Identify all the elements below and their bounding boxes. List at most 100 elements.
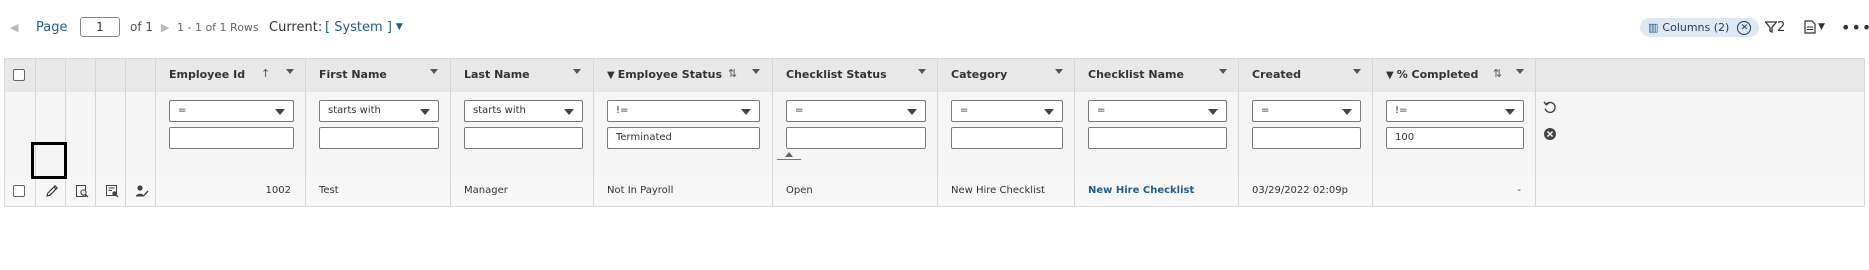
chevron-down-icon (1342, 109, 1352, 115)
cell-created: 03/29/2022 02:09p (1239, 177, 1373, 206)
filter-button[interactable]: 2 (1765, 14, 1785, 40)
column-header-label: Category (951, 68, 1008, 81)
column-menu-icon[interactable] (1219, 69, 1227, 74)
filter-input[interactable] (1088, 127, 1227, 149)
filter-cell-checklist-status: = (773, 92, 938, 177)
column-menu-icon[interactable] (1055, 69, 1063, 74)
column-menu-icon[interactable] (286, 69, 294, 74)
filter-icon (1765, 21, 1777, 33)
filter-cell-percent-completed: != 100 (1373, 92, 1536, 177)
checklist-name-link[interactable]: New Hire Checklist (1088, 185, 1194, 196)
checklist-status-value: Open (786, 185, 813, 196)
select-all-cell (5, 59, 36, 92)
filter-active-icon: ▼ (1386, 70, 1394, 81)
view-details-icon[interactable] (74, 183, 90, 199)
column-header-checklist-status[interactable]: Checklist Status (773, 59, 938, 92)
collapse-filter-icon[interactable] (785, 152, 793, 157)
chevron-down-icon (275, 109, 285, 115)
filter-row: = starts with starts with != Terminated … (5, 92, 1864, 178)
sort-toggle-icon[interactable]: ⇅ (1493, 67, 1502, 80)
filter-input[interactable] (319, 127, 439, 149)
column-header-percent-completed[interactable]: ▼% Completed ⇅ (1373, 59, 1536, 92)
next-page-icon[interactable]: ▶ (161, 14, 169, 40)
filter-input[interactable] (169, 127, 294, 149)
chevron-down-icon (1044, 109, 1054, 115)
current-view-dropdown[interactable]: [ System ] ▼ (325, 14, 403, 40)
data-grid: Employee Id ↑ First Name Last Name ▼ Empl… (4, 58, 1865, 207)
column-header-first-name[interactable]: First Name (306, 59, 451, 92)
filter-cell-category: = (938, 92, 1075, 177)
operator-select[interactable]: != (607, 100, 760, 122)
operator-select[interactable]: != (1386, 100, 1524, 122)
document-icon (1804, 20, 1816, 34)
last-name-value: Manager (464, 185, 508, 196)
cell-checklist-name: New Hire Checklist (1075, 177, 1239, 206)
column-menu-icon[interactable] (430, 69, 438, 74)
operator-select[interactable]: = (1252, 100, 1361, 122)
column-header-checklist-name[interactable]: Checklist Name (1075, 59, 1239, 92)
chevron-down-icon (741, 109, 751, 115)
employee-status-value: Not In Payroll (607, 185, 674, 196)
operator-select[interactable]: starts with (319, 100, 439, 122)
chevron-down-icon: ▼ (395, 22, 403, 32)
columns-icon: ▥ (1648, 21, 1659, 34)
more-options-icon[interactable]: ••• (1841, 14, 1869, 40)
filter-cell-first-name: starts with (306, 92, 451, 177)
table-row[interactable]: 1002 Test Manager Not In Payroll Open Ne… (5, 177, 1864, 206)
category-value: New Hire Checklist (951, 185, 1045, 196)
filter-cell-employee-status: != Terminated (594, 92, 773, 177)
columns-chip[interactable]: ▥ Columns (2) ✕ (1640, 18, 1760, 37)
column-header-last-name[interactable]: Last Name (451, 59, 594, 92)
column-menu-icon[interactable] (1516, 69, 1524, 74)
filter-count: 2 (1777, 19, 1786, 35)
filter-input[interactable] (951, 127, 1063, 149)
chevron-down-icon: ▼ (1818, 22, 1825, 32)
sort-ascending-icon[interactable]: ↑ (261, 67, 270, 80)
column-header-employee-id[interactable]: Employee Id ↑ (156, 59, 306, 92)
page-number-input[interactable] (80, 17, 120, 37)
percent-completed-value: - (1517, 185, 1521, 196)
edit-pencil-icon[interactable] (44, 183, 60, 199)
column-header-created[interactable]: Created (1239, 59, 1373, 92)
column-menu-icon[interactable] (573, 69, 581, 74)
sort-toggle-icon[interactable]: ⇅ (728, 67, 737, 80)
reset-filters-icon[interactable] (1542, 99, 1558, 115)
filter-cell-employee-id: = (156, 92, 306, 177)
column-menu-icon[interactable] (752, 69, 760, 74)
chevron-down-icon (420, 109, 430, 115)
column-menu-icon[interactable] (1353, 69, 1361, 74)
chevron-down-icon (907, 109, 917, 115)
filter-input[interactable]: 100 (1386, 127, 1524, 149)
column-header-employee-status[interactable]: ▼ Employee Status ⇅ (594, 59, 773, 92)
column-header-label: Checklist Name (1088, 68, 1184, 81)
cell-employee-status: Not In Payroll (594, 177, 773, 206)
row-select-checkbox[interactable] (13, 185, 25, 197)
cell-first-name: Test (306, 177, 451, 206)
cell-percent-completed: - (1373, 177, 1536, 206)
clear-columns-icon[interactable]: ✕ (1737, 20, 1752, 35)
operator-select[interactable]: = (786, 100, 926, 122)
column-menu-icon[interactable] (918, 69, 926, 74)
filter-input[interactable] (786, 127, 926, 149)
column-header-category[interactable]: Category (938, 59, 1075, 92)
column-header-label: % Completed (1396, 68, 1479, 81)
filter-input[interactable] (464, 127, 583, 149)
column-header-label: Employee Status (617, 68, 723, 81)
filter-input[interactable] (1252, 127, 1361, 149)
operator-select[interactable]: = (1088, 100, 1227, 122)
view-record-icon[interactable] (104, 183, 120, 199)
clear-filters-icon[interactable] (1542, 126, 1558, 142)
select-all-checkbox[interactable] (13, 69, 25, 81)
filter-input[interactable]: Terminated (607, 127, 760, 149)
chevron-down-icon (1505, 109, 1515, 115)
operator-select[interactable]: starts with (464, 100, 583, 122)
cell-last-name: Manager (451, 177, 594, 206)
previous-page-icon[interactable]: ◀ (10, 14, 18, 40)
operator-select[interactable]: = (951, 100, 1063, 122)
operator-select[interactable]: = (169, 100, 294, 122)
assign-user-icon[interactable] (134, 183, 150, 199)
column-header-label: First Name (319, 68, 387, 81)
export-button[interactable]: ▼ (1804, 14, 1825, 40)
chevron-down-icon (564, 109, 574, 115)
grid-toolbar: ◀ Page of 1 ▶ 1 - 1 of 1 Rows Current: [… (0, 14, 1869, 40)
